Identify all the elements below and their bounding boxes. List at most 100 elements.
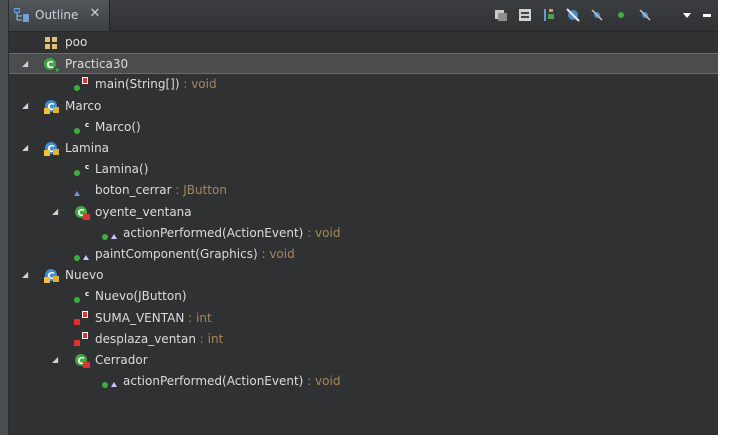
- tree-item[interactable]: c Marco(): [9, 117, 718, 138]
- member-name: Practica30: [65, 57, 129, 71]
- private-static-final-field-icon: [74, 311, 88, 325]
- tree-item-label: poo: [65, 35, 87, 49]
- tree-item-label: desplaza_ventan : int: [95, 332, 224, 346]
- hide-fields-icon[interactable]: [492, 5, 510, 25]
- close-icon[interactable]: ✕: [88, 6, 102, 22]
- tree-item[interactable]: main(String[]) : void: [9, 74, 718, 95]
- member-name: boton_cerrar: [95, 183, 172, 197]
- default-class-icon: C: [44, 100, 59, 114]
- default-class-icon: C: [44, 142, 59, 156]
- default-field-icon: [74, 191, 80, 196]
- hide-static-icon[interactable]: [516, 5, 534, 25]
- tree-item-label: paintComponent(Graphics) : void: [95, 247, 295, 261]
- svg-text:C: C: [46, 60, 53, 71]
- default-class-icon: C: [44, 269, 59, 283]
- override-method-icon: [102, 382, 117, 388]
- tree-item[interactable]: poo: [9, 32, 718, 53]
- public-class-icon: C: [44, 58, 60, 72]
- tree-item[interactable]: ◢ Coyente_ventana: [9, 202, 718, 223]
- tree-item[interactable]: ◢ C Practica30: [9, 53, 718, 74]
- member-name: Nuevo(JButton): [95, 289, 187, 303]
- tree-item[interactable]: ◢ C Nuevo: [9, 265, 718, 286]
- member-name: Nuevo: [65, 268, 104, 282]
- focus-icon[interactable]: [612, 5, 630, 25]
- private-inner-class-icon: C: [75, 354, 90, 368]
- member-type: void: [269, 247, 295, 261]
- link-editor-icon[interactable]: [588, 5, 606, 25]
- tree-item-label: Lamina: [65, 141, 109, 155]
- tree-item[interactable]: desplaza_ventan : int: [9, 329, 718, 350]
- outline-tree: poo ◢ C Practica30 main(String[]) : void ◢ C Ma…: [9, 32, 718, 435]
- member-name: desplaza_ventan: [95, 332, 196, 346]
- tree-item[interactable]: actionPerformed(ActionEvent) : void: [9, 371, 718, 392]
- tree-item-label: SUMA_VENTAN : int: [95, 311, 212, 325]
- outline-view: Outline ✕ poo ◢ C Practica30 main(String…: [9, 0, 718, 435]
- tree-item-label: oyente_ventana: [95, 205, 192, 219]
- tree-item-label: Nuevo: [65, 268, 103, 282]
- tree-item[interactable]: c Lamina(): [9, 159, 718, 180]
- constructor-icon: c: [74, 163, 89, 176]
- member-name: main(String[]): [95, 77, 180, 91]
- tree-item-label: Lamina(): [95, 162, 148, 176]
- tree-item[interactable]: actionPerformed(ActionEvent) : void: [9, 223, 718, 244]
- member-name: Lamina: [65, 141, 110, 155]
- hide-local-types-icon[interactable]: [564, 5, 582, 25]
- tree-item[interactable]: boton_cerrar : JButton: [9, 180, 718, 201]
- tree-item[interactable]: ◢ C Cerrador: [9, 350, 718, 371]
- member-name: poo: [65, 35, 88, 49]
- member-name: Lamina(): [95, 162, 149, 176]
- expand-toggle-icon[interactable]: ◢: [22, 270, 31, 279]
- public-static-method-icon: [74, 77, 88, 91]
- hide-nonpublic-icon[interactable]: [540, 5, 558, 25]
- minimize-icon[interactable]: [698, 5, 716, 25]
- view-toolbar: [482, 5, 718, 25]
- view-menu-icon[interactable]: [678, 5, 696, 25]
- member-name: Cerrador: [95, 353, 148, 367]
- tree-item-label: Cerrador: [95, 353, 148, 367]
- constructor-icon: c: [74, 290, 89, 303]
- view-header: Outline ✕: [9, 0, 718, 32]
- member-type: int: [196, 311, 212, 325]
- member-name: actionPerformed(ActionEvent): [123, 374, 304, 388]
- svg-text:c: c: [85, 290, 89, 298]
- package-icon: [45, 37, 57, 49]
- tree-item-label: boton_cerrar : JButton: [95, 183, 227, 197]
- svg-text:c: c: [85, 121, 89, 129]
- private-static-field-icon: [74, 332, 88, 346]
- member-name: paintComponent(Graphics): [95, 247, 258, 261]
- override-method-icon: [102, 234, 117, 240]
- right-edge: [718, 0, 734, 435]
- member-type: int: [207, 332, 224, 346]
- expand-toggle-icon[interactable]: ◢: [22, 143, 31, 152]
- expand-toggle-icon[interactable]: ◢: [52, 355, 61, 364]
- tree-item[interactable]: SUMA_VENTAN : int: [9, 308, 718, 329]
- tree-item-label: Marco: [65, 99, 101, 113]
- override-method-icon: [74, 255, 89, 261]
- tree-item[interactable]: c Nuevo(JButton): [9, 286, 718, 307]
- constructor-icon: c: [74, 121, 89, 134]
- tree-item-label: Nuevo(JButton): [95, 289, 187, 303]
- tree-item-label: Marco(): [95, 120, 141, 134]
- tree-item[interactable]: paintComponent(Graphics) : void: [9, 244, 718, 265]
- member-type: JButton: [183, 183, 227, 197]
- outline-tab[interactable]: Outline ✕: [9, 0, 110, 31]
- member-name: Marco: [65, 99, 102, 113]
- member-name: Marco(): [95, 120, 141, 134]
- tree-item-label: actionPerformed(ActionEvent) : void: [123, 374, 341, 388]
- svg-text:c: c: [85, 163, 89, 171]
- member-name: actionPerformed(ActionEvent): [123, 226, 304, 240]
- member-type: void: [191, 77, 217, 91]
- expand-toggle-icon[interactable]: ◢: [22, 59, 31, 68]
- private-inner-class-icon: C: [75, 206, 90, 220]
- expand-toggle-icon[interactable]: ◢: [22, 101, 31, 110]
- tree-item-label: Practica30: [65, 57, 128, 71]
- tree-item[interactable]: ◢ C Marco: [9, 96, 718, 117]
- member-type: void: [315, 226, 341, 240]
- expand-toggle-icon[interactable]: ◢: [52, 207, 61, 216]
- tree-item[interactable]: ◢ C Lamina: [9, 138, 718, 159]
- tree-item-label: main(String[]) : void: [95, 77, 217, 91]
- left-editor-edge: [0, 0, 9, 435]
- outline-icon: [14, 8, 29, 22]
- tab-title: Outline: [35, 8, 79, 22]
- filter-icon[interactable]: [636, 5, 654, 25]
